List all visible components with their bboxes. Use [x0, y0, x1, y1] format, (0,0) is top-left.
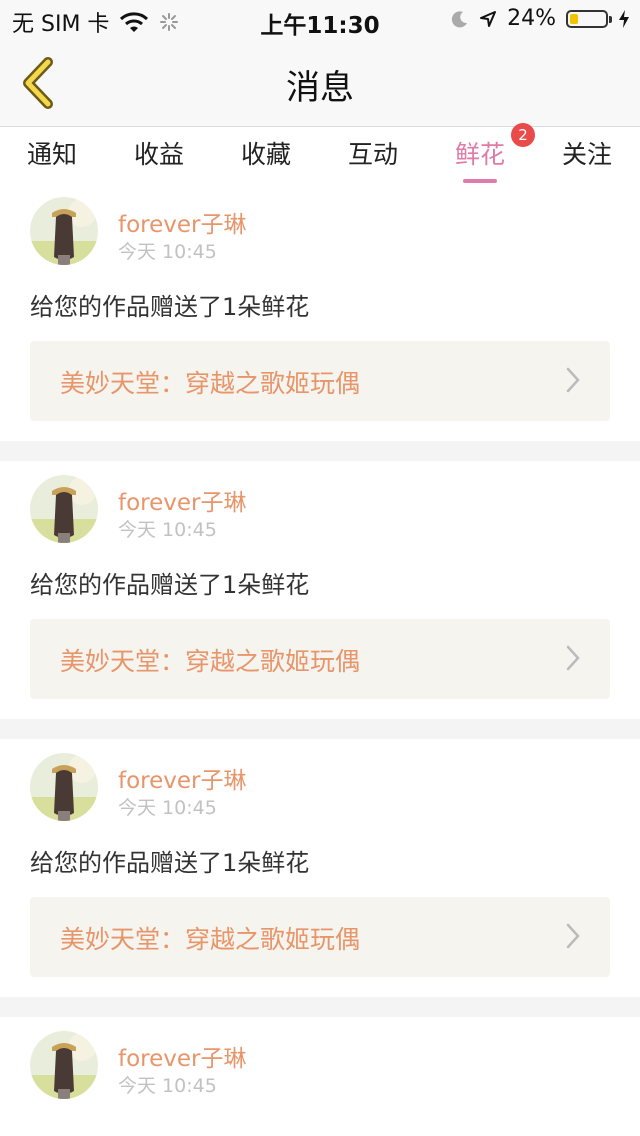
work-link[interactable]: 美妙天堂：穿越之歌姬玩偶	[30, 897, 610, 977]
work-link[interactable]: 美妙天堂：穿越之歌姬玩偶	[30, 619, 610, 699]
avatar[interactable]	[30, 475, 98, 543]
work-title: 美妙天堂：穿越之歌姬玩偶	[60, 925, 361, 954]
work-title: 美妙天堂：穿越之歌姬玩偶	[60, 369, 361, 398]
avatar[interactable]	[30, 1031, 98, 1099]
username[interactable]: forever子琳	[118, 483, 247, 517]
username[interactable]: forever子琳	[118, 1039, 247, 1073]
tab-flowers-label: 鲜花	[454, 140, 506, 169]
tab-flowers[interactable]: 鲜花 2	[454, 123, 536, 183]
chevron-right-icon	[566, 645, 580, 671]
tab-notifications[interactable]: 通知	[27, 135, 77, 171]
tab-earnings[interactable]: 收益	[134, 135, 184, 171]
nav-bar: 消息	[0, 40, 640, 127]
location-arrow-icon	[480, 10, 497, 27]
message-card: forever子琳 今天 10:45 给您的作品赠送了1朵鲜花 美妙天堂：穿越之…	[0, 183, 640, 441]
status-right: 24%	[451, 6, 630, 31]
timestamp: 今天 10:45	[118, 519, 217, 541]
tab-bar: 通知 收益 收藏 互动 鲜花 2 关注	[0, 123, 640, 183]
tab-following[interactable]: 关注	[562, 135, 612, 171]
username[interactable]: forever子琳	[118, 205, 247, 239]
timestamp: 今天 10:45	[118, 1075, 217, 1097]
message-text: 给您的作品赠送了1朵鲜花	[30, 571, 310, 599]
chevron-right-icon	[566, 923, 580, 949]
card-separator	[0, 441, 640, 461]
charging-bolt-icon	[619, 9, 629, 28]
battery-percent: 24%	[507, 6, 556, 31]
card-separator	[0, 719, 640, 739]
work-link[interactable]: 美妙天堂：穿越之歌姬玩偶	[30, 341, 610, 421]
battery-icon	[566, 9, 612, 28]
moon-icon	[451, 10, 468, 27]
chevron-right-icon	[566, 367, 580, 393]
tab-favorites[interactable]: 收藏	[241, 135, 291, 171]
timestamp: 今天 10:45	[118, 797, 217, 819]
timestamp: 今天 10:45	[118, 241, 217, 263]
username[interactable]: forever子琳	[118, 761, 247, 795]
battery-level	[570, 13, 578, 24]
avatar[interactable]	[30, 197, 98, 265]
work-title: 美妙天堂：穿越之歌姬玩偶	[60, 647, 361, 676]
unread-badge: 2	[511, 123, 536, 147]
message-feed: forever子琳 今天 10:45 给您的作品赠送了1朵鲜花 美妙天堂：穿越之…	[0, 183, 640, 1099]
message-card: forever子琳 今天 10:45	[0, 1017, 640, 1099]
message-text: 给您的作品赠送了1朵鲜花	[30, 293, 310, 321]
avatar[interactable]	[30, 753, 98, 821]
status-bar: 无 SIM 卡 上午11:30 24%	[0, 0, 640, 40]
message-text: 给您的作品赠送了1朵鲜花	[30, 849, 310, 877]
page-title: 消息	[286, 68, 354, 108]
message-card: forever子琳 今天 10:45 给您的作品赠送了1朵鲜花 美妙天堂：穿越之…	[0, 461, 640, 719]
tab-interactions[interactable]: 互动	[348, 135, 398, 171]
card-separator	[0, 997, 640, 1017]
message-card: forever子琳 今天 10:45 给您的作品赠送了1朵鲜花 美妙天堂：穿越之…	[0, 739, 640, 997]
